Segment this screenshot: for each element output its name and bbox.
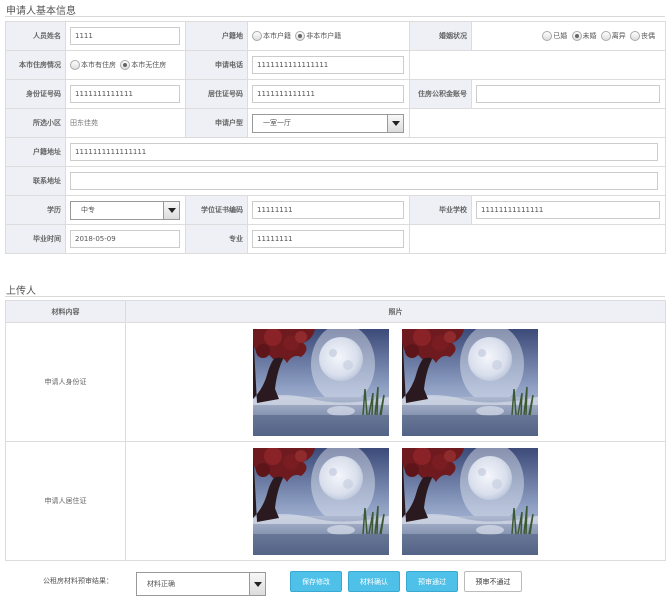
confirm-materials-button[interactable]: 材料确认 (348, 571, 400, 592)
radio-circle-icon (630, 31, 640, 41)
section-divider (5, 296, 665, 297)
degree-number-label: 学位证书编码 (185, 195, 248, 225)
save-changes-button[interactable]: 保存修改 (290, 571, 342, 592)
uploaded-photo-thumbnail[interactable] (401, 328, 538, 436)
phone-label: 申请电话 (185, 50, 248, 80)
section-divider (5, 16, 665, 17)
radio-marital-divorced[interactable]: 离异 (600, 31, 626, 41)
chevron-down-icon (163, 201, 179, 219)
school-label: 毕业学校 (409, 195, 472, 225)
radio-circle-checked-icon (571, 31, 582, 41)
upload-row-label-residence-permit: 申请人居住证 (5, 441, 126, 561)
radio-circle-checked-icon (120, 60, 131, 70)
graduation-time-label: 毕业时间 (5, 224, 66, 254)
radio-marital-married[interactable]: 已婚 (542, 31, 567, 41)
phone-input[interactable]: 1111111111111111 (252, 56, 404, 74)
school-input[interactable]: 11111111111111 (476, 201, 660, 219)
id-number-input[interactable]: 1111111111111 (70, 85, 180, 103)
unit-type-select[interactable]: 一室一厅 (252, 113, 404, 133)
uploaded-photo-thumbnail[interactable] (401, 447, 538, 555)
review-result-select[interactable]: 材料正确 (136, 572, 266, 596)
pre-review-fail-button[interactable]: 预审不通过 (464, 571, 522, 592)
chevron-down-icon (387, 114, 403, 132)
hukou-address-input[interactable]: 1111111111111111 (70, 143, 658, 161)
upload-table: 材料内容 照片 申请人身份证 申请人居住证 (5, 300, 666, 561)
housing-status-label: 本市住房情况 (5, 50, 66, 80)
graduation-time-input[interactable]: 2018-05-09 (70, 230, 180, 248)
id-number-label: 身份证号码 (5, 79, 66, 109)
unit-type-label: 申请户型 (185, 108, 248, 138)
uploaded-photo-thumbnail[interactable] (253, 328, 390, 436)
pre-review-pass-button[interactable]: 预审通过 (406, 571, 458, 592)
education-label: 学历 (5, 195, 66, 225)
housing-fund-input[interactable] (476, 85, 660, 103)
radio-circle-icon (252, 31, 262, 41)
community-value: 田东佳苑 (70, 119, 98, 127)
residence-number-label: 居住证号码 (185, 79, 248, 109)
basic-info-table: 人员姓名 1111 户籍地 本市户籍 非本市户籍 婚姻状况 已婚 未婚 离异 丧… (5, 21, 666, 254)
upload-row-label-id-card: 申请人身份证 (5, 322, 126, 442)
residence-number-input[interactable]: 1111111111111 (252, 85, 404, 103)
major-input[interactable]: 11111111 (252, 230, 404, 248)
marital-label: 婚姻状况 (409, 21, 472, 51)
name-label: 人员姓名 (5, 21, 66, 51)
radio-circle-checked-icon (295, 31, 306, 41)
review-result-label: 公租房材料预审结果： (43, 577, 113, 585)
degree-number-input[interactable]: 11111111 (252, 201, 404, 219)
radio-marital-widowed[interactable]: 丧偶 (630, 31, 655, 41)
radio-marital-single[interactable]: 未婚 (571, 31, 597, 41)
education-select[interactable]: 中专 (70, 200, 180, 220)
material-column-header: 材料内容 (5, 300, 126, 323)
chevron-down-icon (249, 573, 265, 595)
radio-hukou-nonlocal[interactable]: 非本市户籍 (295, 31, 341, 41)
photo-column-header: 照片 (125, 300, 666, 323)
radio-circle-icon (542, 31, 553, 41)
section-title-basic-info: 申请人基本信息 (6, 6, 76, 17)
hukou-label: 户籍地 (185, 21, 248, 51)
major-label: 专业 (185, 224, 248, 254)
section-title-uploader: 上传人 (6, 286, 36, 297)
name-input[interactable]: 1111 (70, 27, 180, 45)
housing-fund-label: 住房公积金账号 (409, 79, 472, 109)
contact-address-label: 联系地址 (5, 166, 66, 196)
contact-address-input[interactable] (70, 172, 658, 190)
review-action-bar: 公租房材料预审结果： 材料正确 保存修改 材料确认 预审通过 预审不通过 (5, 568, 665, 598)
radio-hukou-local[interactable]: 本市户籍 (252, 31, 291, 41)
radio-housing-none[interactable]: 本市无住房 (120, 60, 166, 70)
hukou-address-label: 户籍地址 (5, 137, 66, 167)
radio-circle-icon (70, 60, 80, 70)
uploaded-photo-thumbnail[interactable] (253, 447, 390, 555)
radio-housing-has[interactable]: 本市有住房 (70, 60, 116, 70)
community-label: 所选小区 (5, 108, 66, 138)
radio-circle-icon (600, 31, 611, 41)
